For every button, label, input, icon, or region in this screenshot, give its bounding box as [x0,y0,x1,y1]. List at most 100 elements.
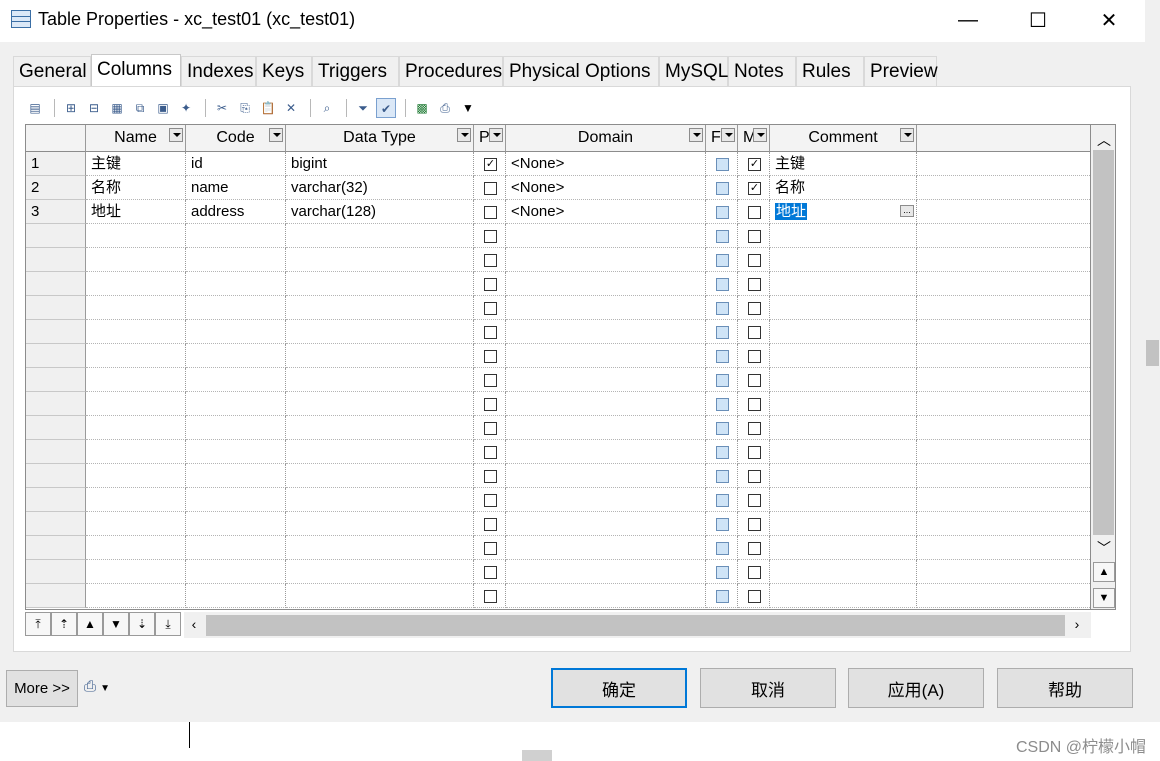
ellipsis-button[interactable]: ... [900,205,914,217]
row-number[interactable] [26,440,86,464]
table-row[interactable] [26,560,1090,584]
table-row[interactable] [26,512,1090,536]
cell-p[interactable] [474,440,506,464]
checkbox[interactable] [484,326,497,339]
replicate-icon[interactable]: ⧉ [130,98,150,118]
table-row[interactable]: 2 名称 name varchar(32) <None> ✓ 名称 [26,176,1090,200]
checkbox[interactable] [716,206,729,219]
cell-data-type[interactable] [286,224,474,248]
cell-name[interactable] [86,560,186,584]
cell-code[interactable] [186,248,286,272]
cell-p[interactable] [474,296,506,320]
cell-m[interactable] [738,344,770,368]
cell-f[interactable] [706,368,738,392]
cell-comment[interactable]: 名称 [770,176,917,200]
cell-f[interactable] [706,440,738,464]
checkbox[interactable] [748,206,761,219]
cell-code[interactable] [186,224,286,248]
cell-data-type[interactable] [286,584,474,608]
table-row[interactable] [26,296,1090,320]
cell-f[interactable] [706,536,738,560]
move-top-icon[interactable]: ⤒ [25,612,51,636]
table-row[interactable] [26,440,1090,464]
table-row[interactable] [26,320,1090,344]
cell-m[interactable] [738,512,770,536]
checkbox[interactable]: ✓ [748,182,761,195]
cell-m[interactable] [738,272,770,296]
cell-comment[interactable] [770,488,917,512]
cell-f[interactable] [706,416,738,440]
cell-p[interactable] [474,512,506,536]
cell-data-type[interactable] [286,344,474,368]
cell-name[interactable] [86,488,186,512]
cell-m[interactable] [738,560,770,584]
cancel-button[interactable]: 取消 [700,668,836,708]
cell-p[interactable] [474,320,506,344]
header-comment[interactable]: Comment [770,125,917,152]
checkbox[interactable] [748,398,761,411]
row-number[interactable] [26,416,86,440]
checkbox[interactable] [484,230,497,243]
cell-code[interactable] [186,272,286,296]
cell-m[interactable] [738,416,770,440]
cell-name[interactable] [86,392,186,416]
move-down-icon[interactable]: ▼ [103,612,129,636]
tab-preview[interactable]: Preview [864,56,938,88]
cell-data-type[interactable] [286,248,474,272]
cell-m[interactable] [738,464,770,488]
cell-code[interactable] [186,320,286,344]
cell-domain[interactable] [506,488,706,512]
row-number[interactable] [26,344,86,368]
cell-name[interactable] [86,296,186,320]
checkbox[interactable] [716,326,729,339]
cell-m[interactable] [738,488,770,512]
cell-data-type[interactable] [286,320,474,344]
checkbox[interactable] [716,374,729,387]
checkbox[interactable] [484,446,497,459]
cell-data-type[interactable] [286,392,474,416]
cell-comment[interactable] [770,392,917,416]
checkbox[interactable] [748,326,761,339]
checkbox[interactable] [748,566,761,579]
filter-icon[interactable]: ⏷ [353,98,373,118]
cell-domain[interactable]: <None> [506,152,706,176]
vertical-scroll-thumb[interactable] [1093,150,1114,535]
cell-name[interactable]: 名称 [86,176,186,200]
properties-icon[interactable]: ▤ [25,98,45,118]
cell-comment[interactable] [770,224,917,248]
cell-code[interactable]: address [186,200,286,224]
tab-indexes[interactable]: Indexes [181,56,256,88]
row-number[interactable] [26,272,86,296]
checkbox[interactable] [484,278,497,291]
cell-p[interactable] [474,272,506,296]
checkbox[interactable] [484,422,497,435]
cell-m[interactable] [738,368,770,392]
cell-comment[interactable] [770,440,917,464]
cell-f[interactable] [706,320,738,344]
cell-p[interactable] [474,416,506,440]
checkbox[interactable] [484,470,497,483]
cell-data-type[interactable] [286,536,474,560]
cell-m[interactable] [738,440,770,464]
checkbox[interactable] [484,542,497,555]
cell-name[interactable] [86,584,186,608]
cell-domain[interactable] [506,272,706,296]
row-number[interactable] [26,584,86,608]
cell-domain[interactable] [506,296,706,320]
cell-domain[interactable] [506,512,706,536]
table-row[interactable] [26,224,1090,248]
cell-code[interactable] [186,392,286,416]
cell-comment[interactable] [770,272,917,296]
table-row[interactable] [26,344,1090,368]
cell-comment[interactable] [770,584,917,608]
row-number[interactable] [26,560,86,584]
cell-data-type[interactable] [286,416,474,440]
cell-name[interactable] [86,464,186,488]
row-number[interactable] [26,224,86,248]
table-row[interactable] [26,272,1090,296]
cell-name[interactable]: 地址 [86,200,186,224]
cell-p[interactable] [474,536,506,560]
scroll-right-icon[interactable]: › [1069,616,1085,632]
cell-f[interactable] [706,200,738,224]
cell-f[interactable] [706,560,738,584]
